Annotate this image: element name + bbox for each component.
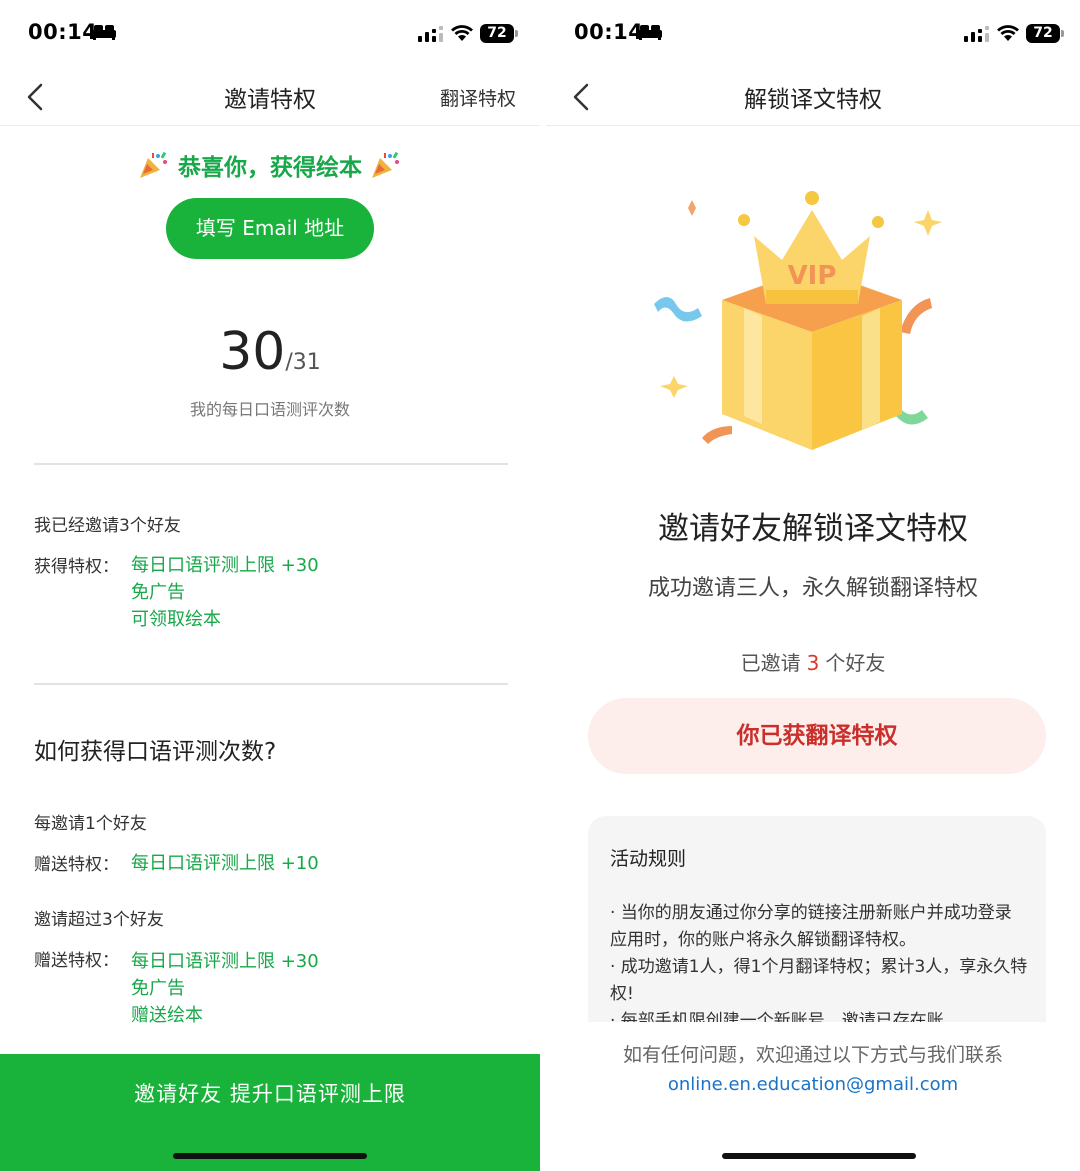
invited-prefix: 已邀请 xyxy=(740,651,801,675)
vip-gift-box-illustration: VIP xyxy=(654,191,942,450)
rule2-item: 每日口语评测上限 +30 xyxy=(131,951,319,972)
congrats-banner: 恭喜你，获得绘本 xyxy=(0,148,540,182)
battery-icon: 72 xyxy=(480,24,518,43)
invited-count: 3 xyxy=(806,651,820,675)
privilege-label: 获得特权： xyxy=(34,557,119,577)
rule-item: · 当你的朋友通过你分享的链接注册新账户并成功登录应用时，你的账户将永久解锁翻译… xyxy=(610,903,1012,950)
divider xyxy=(34,463,508,465)
daily-count: 30/31 xyxy=(0,322,540,382)
privilege-status-button[interactable]: 你已获翻译特权 xyxy=(588,698,1046,774)
contact-text: 如有任何问题，欢迎通过以下方式与我们联系 xyxy=(622,1044,1003,1066)
count-label: 我的每日口语测评次数 xyxy=(189,400,350,419)
sleep-mode-icon xyxy=(92,25,116,40)
sleep-mode-icon xyxy=(638,25,662,40)
rule2-label: 赠送特权： xyxy=(34,951,119,971)
rule2-item: 赠送绘本 xyxy=(131,1005,203,1026)
status-bar: 00:14 72 xyxy=(546,0,1080,66)
invited-suffix: 个好友 xyxy=(825,651,886,675)
home-indicator[interactable] xyxy=(722,1153,916,1159)
privilege-item: 可领取绘本 xyxy=(131,609,221,630)
invite-button-label: 邀请好友 提升口语评测上限 xyxy=(134,1082,406,1106)
invited-count-line: 已邀请 3 个好友 xyxy=(546,647,1080,676)
translation-privilege-link[interactable]: 翻译特权 xyxy=(440,84,516,111)
fill-email-button[interactable]: 填写 Email 地址 xyxy=(166,198,374,259)
vip-badge-text: VIP xyxy=(788,261,837,291)
page-title: 解锁译文特权 xyxy=(744,87,882,113)
count-total: /31 xyxy=(285,350,321,375)
rule1-item: 每日口语评测上限 +10 xyxy=(131,853,319,874)
invited-summary: 我已经邀请3个好友 xyxy=(34,516,181,536)
party-popper-icon xyxy=(139,151,167,178)
privilege-item: 免广告 xyxy=(131,582,185,603)
rule2-title: 邀请超过3个好友 xyxy=(34,910,164,930)
rule1-label: 赠送特权： xyxy=(34,855,119,875)
home-indicator[interactable] xyxy=(173,1153,367,1159)
unlock-subtitle: 成功邀请三人，永久解锁翻译特权 xyxy=(647,576,978,601)
status-time: 00:14 xyxy=(574,20,644,44)
count-current: 30 xyxy=(219,322,286,382)
cellular-signal-icon xyxy=(418,26,443,42)
howto-title: 如何获得口语评测次数? xyxy=(34,739,277,765)
divider xyxy=(34,683,508,685)
party-popper-icon xyxy=(372,151,400,178)
nav-bar: 解锁译文特权 xyxy=(546,66,1080,126)
rule-item: · 成功邀请1人，得1个月翻译特权；累计3人，享永久特权! xyxy=(610,957,1028,1004)
privilege-item: 每日口语评测上限 +30 xyxy=(131,555,319,576)
status-bar: 00:14 72 xyxy=(0,0,540,66)
battery-icon: 72 xyxy=(1026,24,1064,43)
nav-bar: 邀请特权 翻译特权 xyxy=(0,66,540,126)
contact-email-link[interactable]: online.en.education@gmail.com xyxy=(546,1074,1080,1095)
wifi-icon xyxy=(997,25,1019,41)
wifi-icon xyxy=(451,25,473,41)
rules-body: · 当你的朋友通过你分享的链接注册新账户并成功登录应用时，你的账户将永久解锁翻译… xyxy=(610,900,1028,1035)
congrats-text: 恭喜你，获得绘本 xyxy=(178,155,362,181)
status-time: 00:14 xyxy=(28,20,98,44)
rules-title: 活动规则 xyxy=(610,848,687,870)
left-screen: 00:14 72 邀请特权 翻译特权 恭喜你，获得绘本 填写 Email 地址 … xyxy=(0,0,540,1171)
cellular-signal-icon xyxy=(964,26,989,42)
rule2-item: 免广告 xyxy=(131,978,185,999)
unlock-title: 邀请好友解锁译文特权 xyxy=(658,511,968,547)
right-screen: 00:14 72 解锁译文特权 VIP 邀请好友解锁译文特权 成功邀请三人，永久… xyxy=(546,0,1080,1171)
rule1-title: 每邀请1个好友 xyxy=(34,814,147,834)
